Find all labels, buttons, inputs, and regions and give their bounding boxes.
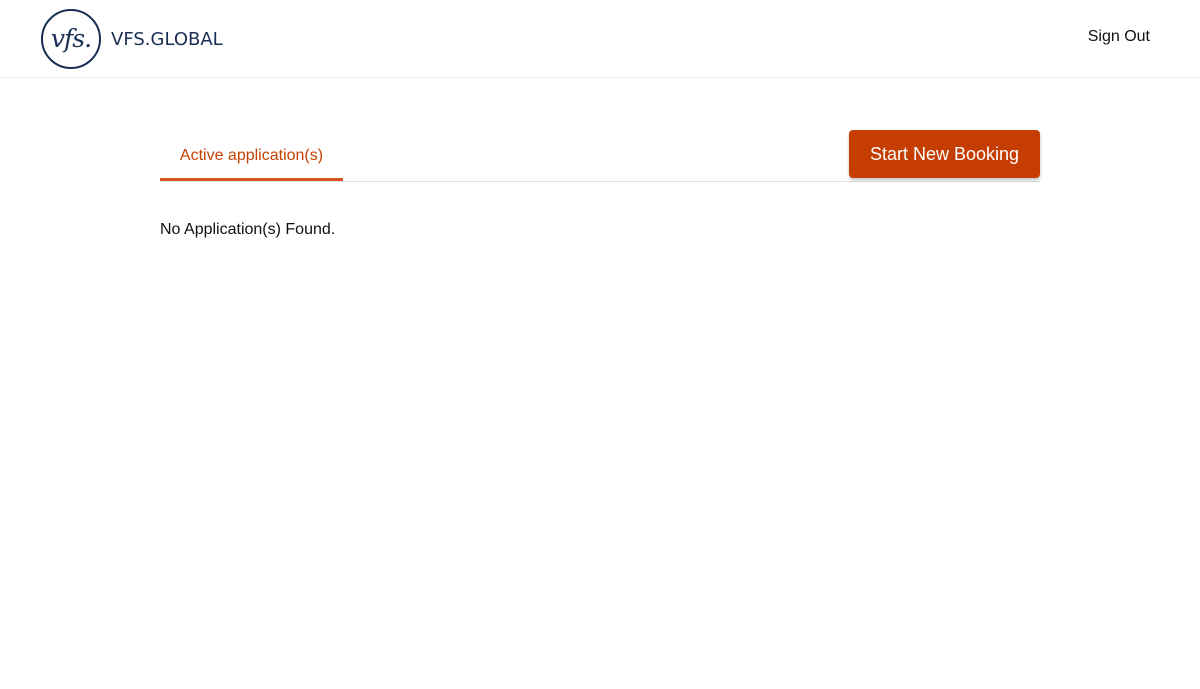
logo-wordmark: VFS.GLOBAL (111, 28, 223, 50)
empty-state-message: No Application(s) Found. (160, 221, 336, 238)
logo-mark: vfs. (50, 23, 92, 53)
sign-out-link[interactable]: Sign Out (1088, 28, 1150, 46)
applications-tab-bar: Active application(s) Start New Booking (160, 130, 1040, 182)
tab-active-applications[interactable]: Active application(s) (160, 147, 343, 181)
top-header: vfs. VFS.GLOBAL Sign Out (0, 0, 1200, 78)
vfs-global-logo[interactable]: vfs. VFS.GLOBAL (41, 9, 223, 69)
start-new-booking-button[interactable]: Start New Booking (849, 130, 1040, 178)
logo-circle-icon: vfs. (41, 9, 101, 69)
